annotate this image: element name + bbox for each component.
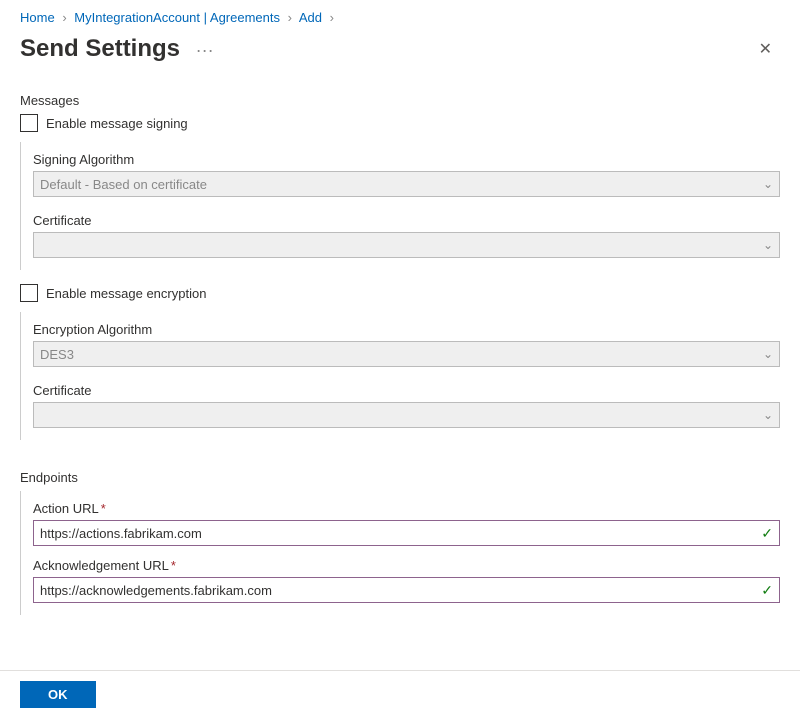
enable-signing-checkbox[interactable] [20, 114, 38, 132]
breadcrumb-sep: › [288, 10, 292, 25]
breadcrumb-add[interactable]: Add [299, 10, 322, 25]
section-endpoints: Endpoints [20, 470, 780, 485]
signing-algo-select[interactable]: Default - Based on certificate ⌄ [33, 171, 780, 197]
encryption-algo-value: DES3 [40, 347, 74, 362]
signing-cert-label: Certificate [33, 213, 780, 228]
breadcrumb-account[interactable]: MyIntegrationAccount | Agreements [74, 10, 280, 25]
enable-encryption-row[interactable]: Enable message encryption [20, 284, 780, 302]
encryption-algo-select[interactable]: DES3 ⌄ [33, 341, 780, 367]
signing-algo-label: Signing Algorithm [33, 152, 780, 167]
signing-cert-select[interactable]: ⌄ [33, 232, 780, 258]
action-url-field[interactable]: ✓ [33, 520, 780, 546]
chevron-down-icon: ⌄ [763, 238, 773, 252]
action-url-input[interactable] [40, 526, 761, 541]
chevron-down-icon: ⌄ [763, 177, 773, 191]
enable-encryption-checkbox[interactable] [20, 284, 38, 302]
breadcrumb-home[interactable]: Home [20, 10, 55, 25]
more-icon[interactable]: ··· [196, 40, 214, 60]
encryption-algo-label: Encryption Algorithm [33, 322, 780, 337]
enable-signing-row[interactable]: Enable message signing [20, 114, 780, 132]
check-icon: ✓ [761, 582, 773, 599]
action-url-label: Action URL* [33, 501, 780, 516]
enable-encryption-label: Enable message encryption [46, 286, 206, 301]
encryption-cert-select[interactable]: ⌄ [33, 402, 780, 428]
page-title: Send Settings [20, 35, 180, 62]
breadcrumb-sep: › [330, 10, 334, 25]
signing-algo-value: Default - Based on certificate [40, 177, 207, 192]
breadcrumb: Home › MyIntegrationAccount | Agreements… [20, 10, 780, 25]
encryption-group: Encryption Algorithm DES3 ⌄ Certificate … [20, 312, 780, 440]
breadcrumb-sep: › [62, 10, 66, 25]
footer: OK [0, 670, 800, 718]
encryption-cert-label: Certificate [33, 383, 780, 398]
section-messages: Messages [20, 93, 780, 108]
check-icon: ✓ [761, 525, 773, 542]
endpoints-group: Action URL* ✓ Acknowledgement URL* ✓ [20, 491, 780, 615]
close-icon[interactable]: ✕ [751, 35, 780, 63]
chevron-down-icon: ⌄ [763, 408, 773, 422]
enable-signing-label: Enable message signing [46, 116, 188, 131]
chevron-down-icon: ⌄ [763, 347, 773, 361]
signing-group: Signing Algorithm Default - Based on cer… [20, 142, 780, 270]
ack-url-field[interactable]: ✓ [33, 577, 780, 603]
ack-url-input[interactable] [40, 583, 761, 598]
ok-button[interactable]: OK [20, 681, 96, 708]
ack-url-label: Acknowledgement URL* [33, 558, 780, 573]
